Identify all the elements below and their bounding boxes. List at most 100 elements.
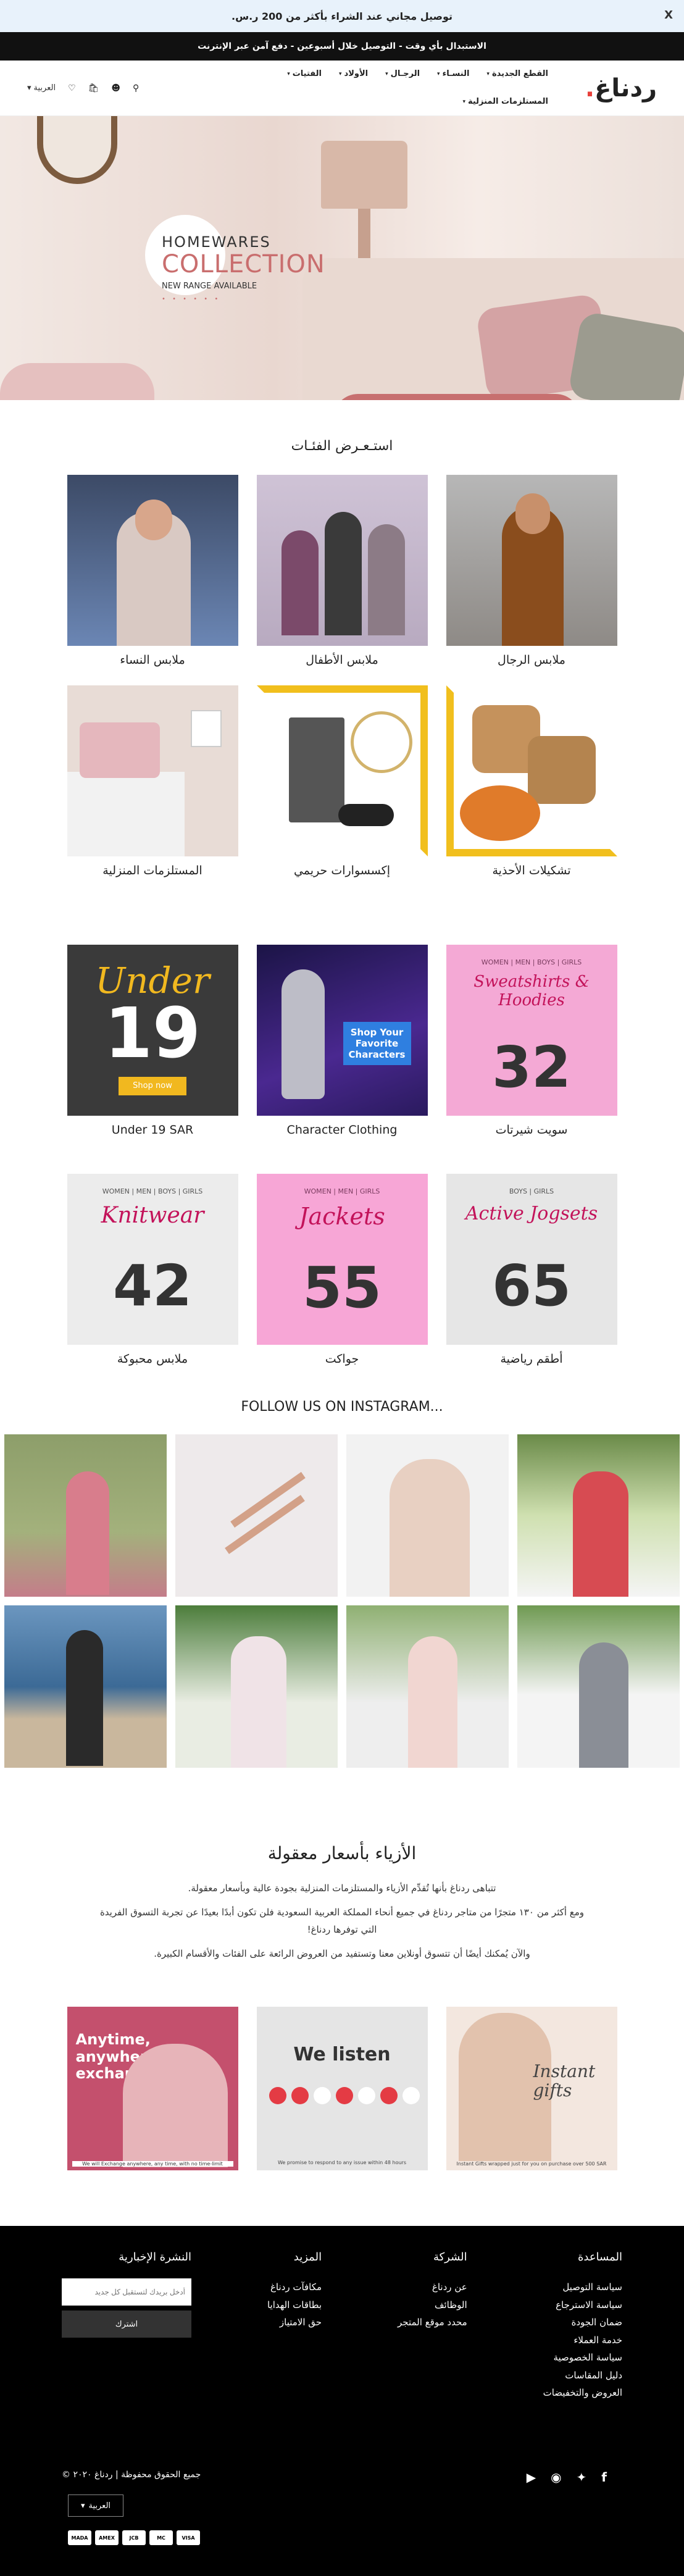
twitter-icon[interactable]: ✦: [577, 2470, 587, 2485]
about-paragraph-2: ومع أكثر من ١٣٠ متجرًا من متاجر ردناغ في…: [99, 1906, 585, 1936]
instagram-photo[interactable]: [346, 1434, 509, 1597]
nav-women[interactable]: النسـاء ▾: [437, 64, 469, 83]
instagram-photo[interactable]: [517, 1605, 680, 1768]
footer-link[interactable]: مكافآت ردناغ: [267, 2278, 322, 2296]
model-graphic: [579, 1642, 628, 1768]
chevron-down-icon: ▾: [80, 2501, 85, 2511]
headboard-graphic: [79, 722, 160, 778]
promo-subbar: الاستبدال بأي وقت - التوصيل خلال أسبوعين…: [0, 32, 684, 61]
close-icon[interactable]: X: [664, 9, 673, 22]
footer-link[interactable]: حق الامتياز: [267, 2314, 322, 2331]
instagram-photo[interactable]: [4, 1434, 167, 1597]
hero-banner[interactable]: HOMEWARES COLLECTION NEW RANGE AVAILABLE…: [0, 116, 684, 400]
youtube-icon[interactable]: ▶: [527, 2470, 536, 2485]
promo-knitwear[interactable]: WOMEN | MEN | BOYS | GIRLS Knitwear 42 م…: [67, 1174, 238, 1366]
category-label: ملابس الأطفال: [306, 653, 378, 667]
footer-link[interactable]: دليل المقاسات: [543, 2367, 622, 2385]
shop-now-button[interactable]: Shop now: [119, 1077, 186, 1095]
footer-link[interactable]: محدد موقع المتجر: [398, 2314, 467, 2331]
service-card-gifts[interactable]: Instant gifts Instant Gifts wrapped just…: [446, 2007, 617, 2170]
category-homewares[interactable]: المستلزمات المنزلية: [67, 685, 238, 877]
category-kids[interactable]: ملابس الأطفال: [256, 475, 428, 667]
chevron-down-icon: ▾: [385, 70, 388, 77]
nav-label: الرجـال: [390, 69, 420, 78]
instagram-photo[interactable]: [346, 1605, 509, 1768]
service-card-listen[interactable]: We listen We promise to respond to any i…: [256, 2007, 428, 2170]
category-label: ملابس النساء: [120, 653, 185, 667]
nav-girls[interactable]: الفتيات ▾: [287, 64, 322, 83]
promo-image: WOMEN | MEN | BOYS | GIRLS Sweatshirts &…: [446, 945, 617, 1116]
footer-language-selector[interactable]: العربية ▾: [68, 2494, 123, 2517]
promo-sweatshirts[interactable]: WOMEN | MEN | BOYS | GIRLS Sweatshirts &…: [446, 945, 617, 1137]
site-header: ردناغ. القطع الجديدة ▾ النسـاء ▾ الرجـال ▾ …: [0, 61, 684, 116]
promo-under19[interactable]: Under 19 Shop now Under 19 SAR: [67, 945, 238, 1137]
about-section: الأزياء بأسعار معقولة تتباهى ردناغ بأنها…: [0, 1843, 684, 1962]
service-card-image: Instant gifts Instant Gifts wrapped just…: [446, 2007, 617, 2170]
nav-men[interactable]: الرجـال ▾: [385, 64, 420, 83]
promo-tag: WOMEN | MEN | BOYS | GIRLS: [102, 1187, 203, 1195]
instagram-photo[interactable]: [175, 1605, 338, 1768]
footer-link[interactable]: عن ردناغ: [398, 2278, 467, 2296]
wishlist-icon[interactable]: ♡: [68, 83, 76, 93]
footer-link[interactable]: خدمة العملاء: [543, 2331, 622, 2349]
chevron-down-icon: ▾: [486, 70, 490, 77]
hero-line2: COLLECTION: [162, 250, 325, 278]
category-label: تشكيلات الأحذية: [492, 864, 571, 877]
footer-link[interactable]: ضمان الجودة: [543, 2314, 622, 2331]
promo-image: BOYS | GIRLS Active Jogsets 65: [446, 1174, 617, 1345]
character-graphic: [281, 969, 325, 1099]
model-graphic: [324, 512, 362, 635]
instagram-photo[interactable]: [175, 1434, 338, 1597]
footer-link[interactable]: العروض والتخفيضات: [543, 2384, 622, 2402]
category-women[interactable]: ملابس النساء: [67, 475, 238, 667]
model-graphic: [231, 1636, 286, 1768]
about-paragraph-1: تتباهى ردناغ بأنها تُقدِّم الأزياء والمس…: [188, 1883, 496, 1894]
promo-price: 55: [302, 1255, 382, 1321]
model-graphic: [408, 1636, 457, 1768]
promo-price: 42: [112, 1253, 193, 1319]
service-card-exchange[interactable]: Anytime, anywhere exchange We will Excha…: [67, 2007, 238, 2170]
footer-link[interactable]: الوظائف: [398, 2296, 467, 2314]
instagram-photo[interactable]: [4, 1605, 167, 1768]
category-image: [67, 685, 238, 856]
promo-jogsets[interactable]: BOYS | GIRLS Active Jogsets 65 أطقم رياض…: [446, 1174, 617, 1366]
category-shoes[interactable]: تشكيلات الأحذية: [446, 685, 617, 877]
promo-image: WOMEN | MEN | BOYS | GIRLS Knitwear 42: [67, 1174, 238, 1345]
category-image: [446, 685, 617, 856]
service-cards-section: Instant gifts Instant Gifts wrapped just…: [0, 2007, 684, 2170]
search-icon[interactable]: ⚲: [133, 83, 139, 93]
facebook-icon[interactable]: f: [601, 2470, 607, 2485]
category-men[interactable]: ملابس الرجال: [446, 475, 617, 667]
promo-image: WOMEN | MEN | GIRLS Jackets 55: [256, 1174, 428, 1345]
logo[interactable]: ردناغ.: [585, 74, 657, 102]
footer-link[interactable]: بطاقات الهدايا: [267, 2296, 322, 2314]
payment-icons: MADA AMEX JCB MC VISA: [68, 2530, 200, 2545]
language-selector[interactable]: ▾ العربية: [27, 83, 56, 93]
nav-homewares[interactable]: المستلزمات المنزلية ▾: [462, 92, 548, 111]
promo-jackets[interactable]: WOMEN | MEN | GIRLS Jackets 55 جواكت: [256, 1174, 428, 1366]
nav-new-arrivals[interactable]: القطع الجديدة ▾: [486, 64, 548, 83]
lamp-graphic: [190, 710, 222, 747]
promo-characters[interactable]: Shop Your Favorite Characters Character …: [256, 945, 428, 1137]
footer-columns: المساعدة سياسة التوصيل سياسة الاسترجاع ض…: [0, 2251, 684, 2402]
promo-tag: WOMEN | MEN | GIRLS: [304, 1187, 380, 1195]
footer-link[interactable]: سياسة التوصيل: [543, 2278, 622, 2296]
category-image: [256, 685, 428, 856]
footer-link[interactable]: سياسة الاسترجاع: [543, 2296, 622, 2314]
newsletter-email-input[interactable]: [62, 2278, 192, 2306]
instagram-photo[interactable]: [517, 1434, 680, 1597]
cart-icon[interactable]: 🛍: [88, 83, 99, 93]
footer-link[interactable]: سياسة الخصوصية: [543, 2349, 622, 2367]
category-accessories[interactable]: إكسسوارات حريمي: [256, 685, 428, 877]
service-card-title: Instant gifts: [533, 2061, 596, 2101]
account-icon[interactable]: ☻: [111, 83, 120, 93]
footer-col-help: المساعدة سياسة التوصيل سياسة الاسترجاع ض…: [543, 2251, 622, 2402]
nav-boys[interactable]: الأولاد ▾: [339, 64, 368, 83]
instagram-icon[interactable]: ◉: [551, 2470, 561, 2485]
category-image: [67, 475, 238, 646]
copyright: جميع الحقوق محفوظة | ردناغ ٢٠٢٠ ©: [62, 2470, 201, 2480]
instagram-section: FOLLOW US ON INSTAGRAM...: [0, 1399, 684, 1768]
newsletter-subscribe-button[interactable]: اشترك: [62, 2310, 192, 2338]
visa-icon: VISA: [177, 2530, 200, 2545]
service-card-image: We listen We promise to respond to any i…: [256, 2007, 428, 2170]
